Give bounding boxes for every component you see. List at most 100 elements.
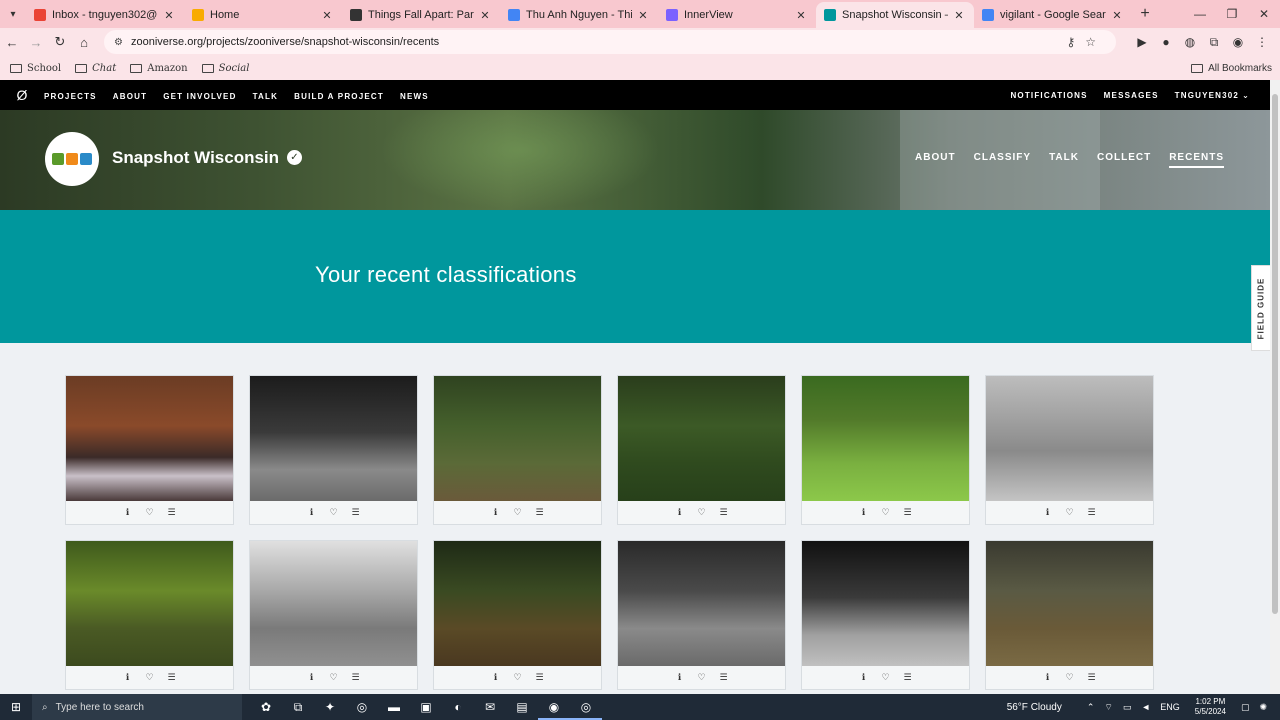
collections-icon[interactable]: ☰ — [533, 507, 547, 518]
user-menu[interactable]: TNGUYEN302 — [1175, 91, 1239, 100]
heart-icon[interactable]: ♡ — [143, 672, 157, 683]
subject-image[interactable] — [986, 376, 1153, 501]
bookmark-star-icon[interactable]: ⚷☆ — [1066, 35, 1106, 49]
bookmark-chat[interactable]: Chat — [75, 63, 116, 74]
browser-tab[interactable]: InnerView ✕ — [658, 2, 816, 28]
info-icon[interactable]: ℹ — [857, 507, 871, 518]
task-view-icon[interactable]: ⧉ — [282, 694, 314, 720]
display-icon[interactable]: ▭ — [1123, 702, 1132, 713]
zooniverse-logo-icon[interactable]: Ø — [0, 87, 44, 103]
subject-image[interactable] — [802, 376, 969, 501]
extension-arrow-icon[interactable]: ▶ — [1130, 35, 1154, 49]
project-avatar[interactable] — [45, 132, 99, 186]
info-icon[interactable]: ℹ — [673, 672, 687, 683]
subject-image[interactable] — [66, 541, 233, 666]
browser-tab[interactable]: Things Fall Apart: Part 3, Ch. 24 ✕ — [342, 2, 500, 28]
restore-icon[interactable]: ❐ — [1216, 0, 1248, 28]
copilot-icon[interactable]: ✺ — [1259, 702, 1267, 713]
nav-link-build-a-project[interactable]: BUILD A PROJECT — [294, 92, 384, 101]
info-icon[interactable]: ℹ — [1041, 672, 1055, 683]
heart-icon[interactable]: ♡ — [511, 507, 525, 518]
close-tab-icon[interactable]: ✕ — [478, 9, 492, 22]
new-tab-button[interactable]: + — [1132, 2, 1158, 28]
vscode-icon[interactable]: ✦ — [314, 694, 346, 720]
all-bookmarks[interactable]: All Bookmarks — [1191, 63, 1272, 74]
nav-link-news[interactable]: NEWS — [400, 92, 429, 101]
info-icon[interactable]: ℹ — [489, 672, 503, 683]
field-guide-tab[interactable]: FIELD GUIDE — [1251, 265, 1271, 351]
wifi-icon[interactable]: ⌔ — [1104, 702, 1112, 713]
extension-circle-icon[interactable]: ● — [1154, 35, 1178, 49]
reload-icon[interactable]: ↻ — [48, 34, 72, 50]
notifications-icon[interactable]: ▢ — [1241, 702, 1250, 713]
project-tab-classify[interactable]: CLASSIFY — [974, 152, 1031, 168]
project-tab-about[interactable]: ABOUT — [915, 152, 956, 168]
info-icon[interactable]: ℹ — [1041, 507, 1055, 518]
heart-icon[interactable]: ♡ — [327, 507, 341, 518]
language-indicator[interactable]: ENG — [1160, 702, 1180, 712]
close-window-icon[interactable]: ✕ — [1248, 0, 1280, 28]
nav-link-talk[interactable]: TALK — [253, 92, 279, 101]
chrome-window-icon[interactable]: ◎ — [570, 694, 602, 720]
info-icon[interactable]: ℹ — [489, 507, 503, 518]
collections-icon[interactable]: ☰ — [901, 672, 915, 683]
bookmark-school[interactable]: School — [10, 63, 61, 74]
info-icon[interactable]: ℹ — [673, 507, 687, 518]
project-tab-collect[interactable]: COLLECT — [1097, 152, 1151, 168]
scrollbar-thumb[interactable] — [1272, 94, 1278, 614]
heart-icon[interactable]: ♡ — [511, 672, 525, 683]
heart-icon[interactable]: ♡ — [1063, 507, 1077, 518]
info-icon[interactable]: ℹ — [305, 672, 319, 683]
subject-image[interactable] — [618, 541, 785, 666]
heart-icon[interactable]: ♡ — [879, 507, 893, 518]
heart-icon[interactable]: ♡ — [695, 507, 709, 518]
volume-icon[interactable]: ◄ — [1141, 702, 1150, 712]
collections-icon[interactable]: ☰ — [165, 507, 179, 518]
browser-menu-icon[interactable]: ⋮ — [1250, 35, 1274, 49]
info-icon[interactable]: ℹ — [121, 672, 135, 683]
file-explorer-icon[interactable]: ▬ — [378, 694, 410, 720]
subject-image[interactable] — [618, 376, 785, 501]
browser-tab[interactable]: Inbox - tnguyen302@bostonk12.org ✕ — [26, 2, 184, 28]
mail-icon[interactable]: ✉ — [474, 694, 506, 720]
nav-link-notifications[interactable]: NOTIFICATIONS — [1010, 91, 1087, 100]
close-tab-icon[interactable]: ✕ — [952, 9, 966, 22]
nav-link-projects[interactable]: PROJECTS — [44, 92, 97, 101]
project-tab-talk[interactable]: TALK — [1049, 152, 1079, 168]
collections-icon[interactable]: ☰ — [165, 672, 179, 683]
info-icon[interactable]: ℹ — [121, 507, 135, 518]
project-tab-recents[interactable]: RECENTS — [1169, 152, 1224, 168]
chrome-icon[interactable]: ◎ — [346, 694, 378, 720]
heart-icon[interactable]: ♡ — [879, 672, 893, 683]
heart-icon[interactable]: ♡ — [1063, 672, 1077, 683]
edge-icon[interactable]: ◐ — [442, 694, 474, 720]
collections-icon[interactable]: ☰ — [1085, 672, 1099, 683]
collections-icon[interactable]: ☰ — [901, 507, 915, 518]
close-tab-icon[interactable]: ✕ — [636, 9, 650, 22]
back-icon[interactable]: ← — [0, 35, 24, 50]
info-icon[interactable]: ℹ — [305, 507, 319, 518]
close-tab-icon[interactable]: ✕ — [794, 9, 808, 22]
weather-widget[interactable]: 56°F Cloudy — [1007, 702, 1062, 713]
collections-icon[interactable]: ☰ — [349, 507, 363, 518]
browser-tab[interactable]: Snapshot Wisconsin — Zooniverse ✕ — [816, 2, 974, 28]
bookmark-amazon[interactable]: Amazon — [130, 63, 188, 74]
site-info-icon[interactable]: ⚙ — [114, 37, 123, 48]
minimize-icon[interactable]: — — [1184, 0, 1216, 28]
heart-icon[interactable]: ♡ — [143, 507, 157, 518]
windows-start-icon[interactable]: ⊞ — [0, 700, 32, 714]
heart-icon[interactable]: ♡ — [695, 672, 709, 683]
heart-icon[interactable]: ♡ — [327, 672, 341, 683]
nav-link-get-involved[interactable]: GET INVOLVED — [163, 92, 236, 101]
info-icon[interactable]: ℹ — [857, 672, 871, 683]
collections-icon[interactable]: ☰ — [349, 672, 363, 683]
extension-cookie-icon[interactable]: ◍ — [1178, 35, 1202, 49]
address-bar[interactable]: ⚙ zooniverse.org/projects/zooniverse/sna… — [104, 30, 1116, 54]
subject-image[interactable] — [66, 376, 233, 501]
flowers-widget-icon[interactable]: ✿ — [250, 694, 282, 720]
home-icon[interactable]: ⌂ — [72, 35, 96, 50]
nav-link-messages[interactable]: MESSAGES — [1104, 91, 1159, 100]
subject-image[interactable] — [250, 541, 417, 666]
close-tab-icon[interactable]: ✕ — [320, 9, 334, 22]
collections-icon[interactable]: ☰ — [717, 672, 731, 683]
